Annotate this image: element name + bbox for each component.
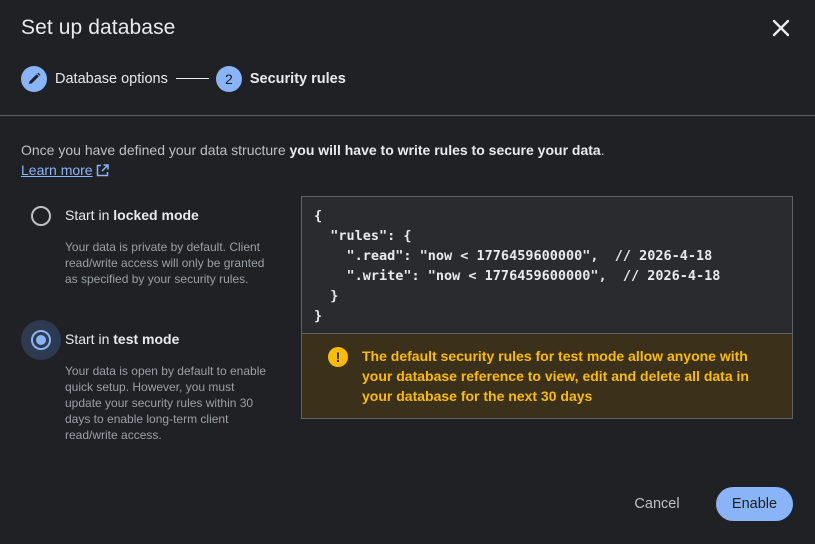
locked-mode-radio-wrap[interactable] — [21, 196, 61, 236]
step-1-label: Database options — [55, 70, 168, 87]
locked-mode-option[interactable]: Start in locked mode Your data is privat… — [21, 196, 281, 306]
test-mode-prefix: Start in — [65, 331, 114, 347]
intro-plain: Once you have defined your data structur… — [21, 142, 290, 158]
test-mode-warning: ! The default security rules for test mo… — [301, 333, 793, 419]
locked-mode-prefix: Start in — [65, 207, 114, 223]
close-icon — [772, 19, 790, 37]
test-mode-option[interactable]: Start in test mode Your data is open by … — [21, 320, 281, 450]
test-mode-title: Start in test mode — [65, 331, 179, 347]
learn-more-link[interactable]: Learn more — [21, 161, 109, 179]
step-connector — [175, 78, 209, 79]
cancel-button[interactable]: Cancel — [622, 487, 692, 521]
header-divider — [0, 115, 815, 116]
warning-text: The default security rules for test mode… — [362, 348, 749, 404]
enable-button[interactable]: Enable — [716, 487, 793, 521]
dialog-title: Set up database — [21, 16, 176, 39]
test-mode-bold: test mode — [113, 331, 180, 347]
test-mode-description: Your data is open by default to enable q… — [65, 364, 267, 442]
rules-code-editor[interactable]: { "rules": { ".read": "now < 17764596000… — [301, 196, 793, 333]
exclamation-icon: ! — [328, 347, 348, 367]
step-2-label: Security rules — [249, 70, 346, 87]
test-mode-radio-wrap[interactable] — [21, 320, 61, 360]
pencil-icon — [29, 72, 41, 84]
step-2-circle: 2 — [215, 65, 242, 92]
rules-code: { "rules": { ".read": "now < 17764596000… — [314, 208, 721, 324]
learn-more-label: Learn more — [21, 162, 93, 178]
locked-mode-description: Your data is private by default. Client … — [65, 240, 265, 286]
intro-end: . — [600, 142, 605, 158]
intro-text: Once you have defined your data structur… — [21, 141, 605, 159]
setup-database-dialog: Set up database Database options 2 Secur… — [0, 0, 815, 544]
locked-mode-bold: locked mode — [113, 207, 199, 223]
step-1-circle — [21, 65, 47, 92]
stepper: Database options 2 Security rules — [21, 65, 346, 92]
intro-bold: you will have to write rules to secure y… — [289, 142, 601, 158]
test-mode-radio[interactable] — [31, 330, 51, 350]
close-button[interactable] — [766, 13, 796, 43]
locked-mode-title: Start in locked mode — [65, 207, 199, 223]
locked-mode-radio[interactable] — [31, 206, 51, 226]
external-link-icon — [96, 163, 109, 176]
